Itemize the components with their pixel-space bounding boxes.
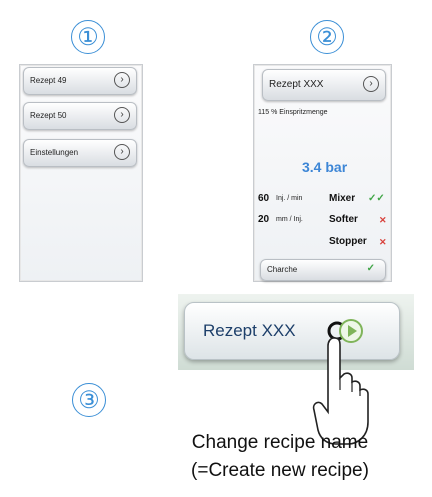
pressure-value: 3.4 bar	[302, 159, 348, 175]
screen-recipe-list: Rezept 49 › Rezept 50 › Einstellungen ›	[19, 64, 143, 282]
settings-button[interactable]: Einstellungen ›	[23, 139, 137, 167]
injection-amount-text: 115 % Einspritzmenge	[258, 109, 328, 116]
mixer-status-check-icon: ✓✓	[368, 193, 385, 204]
charge-check-icon: ✓	[366, 263, 375, 274]
softer-status-x-icon: ✕	[379, 215, 387, 225]
recipe-49-label: Rezept 49	[30, 76, 67, 85]
step-marker-3: ③	[72, 383, 106, 417]
recipe-50-button[interactable]: Rezept 50 ›	[23, 102, 137, 130]
caption-line-1: Change recipe name	[191, 432, 369, 453]
chevron-right-icon: ›	[363, 76, 379, 92]
zoomed-recipe-label: Rezept XXX	[203, 321, 296, 340]
stroke-value: 20	[258, 214, 270, 225]
zoomed-screen: Rezept XXX	[178, 294, 414, 445]
charge-label: Charche	[267, 265, 298, 274]
recipe-50-label: Rezept 50	[30, 111, 67, 120]
stroke-unit: mm / Inj.	[276, 216, 303, 223]
mixer-label: Mixer	[329, 193, 356, 204]
recipe-name-label: Rezept XXX	[269, 79, 324, 90]
rate-value: 60	[258, 193, 270, 204]
rate-unit: Inj. / min	[276, 195, 303, 202]
step-marker-2: ②	[310, 20, 344, 54]
chevron-right-icon: ›	[114, 107, 130, 123]
charge-button[interactable]: Charche ✓	[260, 259, 386, 281]
recipe-49-button[interactable]: Rezept 49 ›	[23, 67, 137, 95]
recipe-name-button[interactable]: Rezept XXX ›	[262, 69, 386, 101]
step-marker-1: ①	[71, 20, 105, 54]
stopper-status-x-icon: ✕	[379, 237, 387, 247]
chevron-right-icon: ›	[114, 144, 130, 160]
chevron-right-icon: ›	[114, 72, 130, 88]
stopper-label: Stopper	[329, 236, 367, 247]
caption-line-2: (=Create new recipe)	[191, 460, 369, 481]
screen-recipe-detail: Rezept XXX › 115 % Einspritzmenge 3.4 ba…	[253, 64, 392, 282]
settings-label: Einstellungen	[30, 148, 79, 157]
softer-label: Softer	[329, 214, 358, 225]
